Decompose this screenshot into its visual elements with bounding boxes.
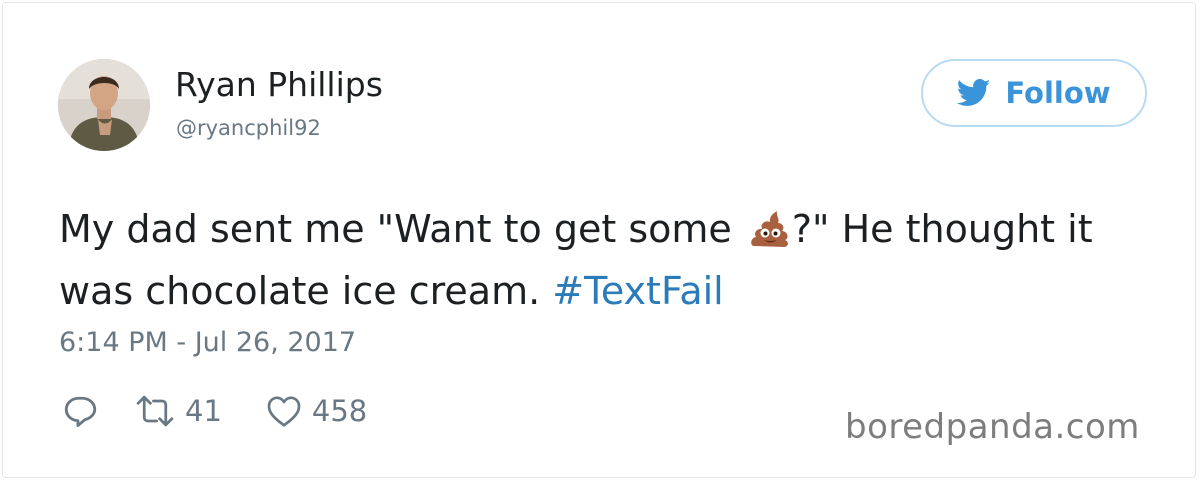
tweet-text: My dad sent me "Want to get some ?" He t…: [59, 201, 1169, 319]
author-handle[interactable]: @ryancphil92: [176, 115, 321, 141]
retweet-count: 41: [185, 394, 222, 428]
like-count: 458: [311, 394, 368, 428]
reply-icon: [64, 396, 97, 427]
like-button[interactable]: 458: [266, 394, 367, 428]
reply-button[interactable]: [61, 393, 97, 429]
tweet-actions: 41 458: [61, 389, 367, 433]
retweet-button[interactable]: 41: [135, 394, 222, 428]
tweet-card: Ryan Phillips @ryancphil92 Follow My dad…: [2, 2, 1196, 478]
pile-of-poo-emoji-icon: [750, 207, 790, 263]
profile-photo-icon: [58, 59, 150, 151]
hashtag-link[interactable]: #TextFail: [552, 269, 723, 313]
timestamp[interactable]: 6:14 PM - Jul 26, 2017: [59, 325, 356, 361]
watermark: boredpanda.com: [845, 407, 1140, 447]
follow-button[interactable]: Follow: [921, 59, 1147, 127]
heart-icon: [267, 396, 301, 427]
author-name[interactable]: Ryan Phillips: [175, 65, 383, 105]
tweet-text-part1: My dad sent me "Want to get some: [59, 207, 744, 251]
follow-label: Follow: [1005, 76, 1111, 110]
avatar[interactable]: [58, 59, 150, 151]
twitter-bird-icon: [957, 79, 991, 106]
retweet-icon: [136, 395, 174, 427]
